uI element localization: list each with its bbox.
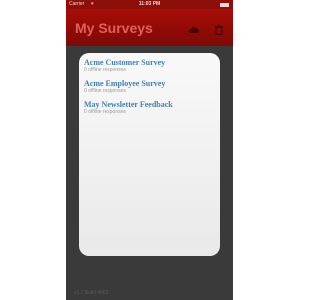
survey-item[interactable]: Acme Employee Survey 0 offline responses: [84, 79, 218, 95]
survey-list: Acme Customer Survey 0 offline responses…: [79, 53, 220, 256]
battery-icon: [220, 3, 229, 7]
survey-item[interactable]: Acme Customer Survey 0 offline responses: [84, 58, 218, 74]
cloud-sync-icon[interactable]: [188, 23, 200, 35]
survey-response-count: 0 offline responses: [84, 88, 126, 94]
navigation-bar: My Surveys: [66, 9, 233, 46]
page-title: My Surveys: [75, 20, 153, 36]
version-label: v1.7 Build 4062: [74, 290, 109, 296]
status-bar: Carrier ▾ 11:03 PM: [66, 0, 233, 9]
survey-title[interactable]: Acme Employee Survey: [84, 79, 218, 88]
trash-icon[interactable]: [213, 23, 225, 35]
survey-response-count: 0 offline responses: [84, 109, 126, 115]
survey-title[interactable]: Acme Customer Survey: [84, 58, 218, 67]
survey-item[interactable]: May Newsletter Feedback 0 offline respon…: [84, 100, 218, 116]
status-time: 11:03 PM: [138, 1, 161, 7]
survey-title[interactable]: May Newsletter Feedback: [84, 100, 218, 109]
survey-response-count: 0 offline responses: [84, 67, 126, 73]
app-window: Carrier ▾ 11:03 PM My Surveys Acme Custo…: [66, 0, 233, 300]
